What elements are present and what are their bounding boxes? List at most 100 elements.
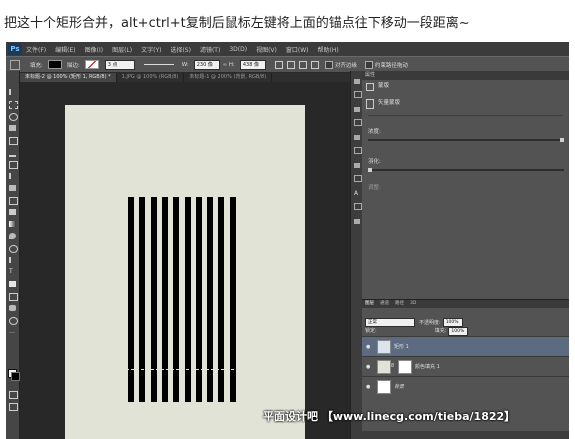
dodge-tool-icon[interactable]	[9, 245, 18, 253]
menu-3d[interactable]: 3D(D)	[229, 46, 247, 53]
menu-select[interactable]: 选择(S)	[170, 45, 191, 54]
menu-edit[interactable]: 编辑(E)	[55, 45, 75, 54]
rectangle-bar[interactable]	[218, 197, 225, 402]
rectangle-bar[interactable]	[150, 197, 157, 402]
menu-image[interactable]: 图像(I)	[85, 45, 103, 54]
rectangle-bar[interactable]	[139, 197, 146, 402]
fill-field[interactable]: 100%	[448, 327, 469, 336]
quick-mask-icon[interactable]	[9, 391, 18, 399]
density-slider-knob[interactable]	[560, 138, 564, 142]
rectangle-bar[interactable]	[173, 197, 180, 402]
path-operations-icon[interactable]	[274, 60, 283, 69]
tab-channels[interactable]: 通道	[380, 300, 389, 308]
rectangle-bars[interactable]	[65, 105, 305, 439]
layer-filter-row[interactable]	[362, 308, 569, 317]
tab-document-1[interactable]: 未标题-1 @ 200% (背景, RGB/8)	[184, 73, 273, 82]
height-field[interactable]: 438 像	[239, 59, 266, 70]
info-panel-icon[interactable]	[354, 107, 360, 112]
tab-3d[interactable]: 3D	[410, 300, 416, 308]
rectangle-bar[interactable]	[184, 197, 191, 402]
eye-icon[interactable]: ●	[366, 344, 370, 350]
marquee-tool-icon[interactable]	[9, 101, 18, 109]
document-canvas[interactable]	[65, 105, 305, 439]
screen-mode-icon[interactable]	[9, 403, 18, 411]
fill-swatch[interactable]	[47, 60, 62, 69]
feather-slider-knob[interactable]	[368, 168, 372, 172]
density-slider[interactable]	[368, 139, 564, 141]
actions-panel-icon[interactable]	[354, 91, 362, 98]
quick-select-tool-icon[interactable]	[9, 125, 16, 131]
align-edges-checkbox[interactable]	[324, 60, 333, 69]
eye-icon[interactable]: ●	[366, 364, 370, 370]
tab-layers[interactable]: 图层	[365, 300, 374, 308]
chain-link-icon: 8	[391, 363, 395, 369]
pen-tool-icon[interactable]	[9, 257, 18, 263]
brush-tool-icon[interactable]	[9, 173, 18, 179]
paragraph-panel-icon[interactable]	[354, 203, 362, 210]
stroke-type-selector[interactable]	[143, 64, 174, 65]
tab-document-jpg[interactable]: 1.JPG @ 100% (RGB/8)	[117, 73, 185, 82]
brush-panel-icon[interactable]	[354, 163, 360, 168]
anchor-points-line[interactable]	[126, 369, 239, 370]
path-arrangement-icon[interactable]	[298, 60, 307, 69]
crop-tool-icon[interactable]	[9, 137, 18, 145]
feather-slider[interactable]	[368, 169, 564, 171]
tab-document-2[interactable]: 未标题-2 @ 100% (矩形 1, RGB/8) *	[20, 73, 117, 82]
tab-paths[interactable]: 路径	[395, 300, 404, 308]
menu-window[interactable]: 窗口(W)	[286, 45, 309, 54]
eye-icon[interactable]: ●	[366, 384, 370, 390]
rectangle-tool-icon[interactable]	[9, 293, 18, 301]
clone-stamp-tool-icon[interactable]	[9, 185, 16, 191]
gradient-tool-icon[interactable]	[9, 221, 16, 227]
gear-icon[interactable]	[310, 60, 319, 69]
layer-color-fill-1[interactable]: ● 8 颜色填充 1	[362, 356, 569, 376]
history-brush-tool-icon[interactable]	[9, 197, 18, 205]
tool-presets-panel-icon[interactable]	[354, 219, 360, 224]
eyedropper-tool-icon[interactable]	[9, 149, 16, 157]
blur-tool-icon[interactable]	[9, 233, 16, 239]
link-icon[interactable]: ∞	[223, 62, 227, 68]
canvas-area[interactable]	[20, 82, 350, 439]
menu-type[interactable]: 文字(Y)	[141, 45, 161, 54]
stroke-width-field[interactable]: 3 点	[104, 59, 135, 70]
path-selection-tool-icon[interactable]	[9, 281, 16, 287]
type-tool-icon[interactable]: T	[9, 269, 16, 275]
menu-layer[interactable]: 图层(L)	[112, 45, 132, 54]
vector-mask-row[interactable]: 矢量蒙版	[362, 93, 569, 113]
menu-filter[interactable]: 滤镜(T)	[200, 45, 220, 54]
styles-panel-icon[interactable]	[354, 147, 362, 154]
rectangle-bar[interactable]	[195, 197, 202, 402]
layer-background[interactable]: ● 背景	[362, 376, 569, 396]
rectangle-bar[interactable]	[128, 197, 134, 402]
menu-help[interactable]: 帮助(H)	[318, 45, 339, 54]
eraser-tool-icon[interactable]	[9, 209, 16, 215]
hand-tool-icon[interactable]	[9, 305, 16, 311]
zoom-tool-icon[interactable]	[9, 317, 18, 325]
adjustments-panel-icon[interactable]	[354, 135, 360, 140]
clone-source-panel-icon[interactable]	[354, 175, 362, 182]
history-panel-icon[interactable]	[354, 79, 360, 84]
background-color-swatch[interactable]	[11, 372, 20, 381]
lasso-tool-icon[interactable]	[9, 113, 18, 121]
healing-brush-tool-icon[interactable]	[9, 161, 18, 169]
move-tool-icon[interactable]	[9, 89, 18, 95]
stroke-swatch[interactable]	[84, 60, 99, 69]
more-tools-icon[interactable]: …	[9, 329, 16, 335]
tool-preset-icon[interactable]	[10, 59, 20, 70]
rectangle-bar[interactable]	[161, 197, 168, 402]
menu-file[interactable]: 文件(F)	[26, 45, 46, 54]
watermark: 平面设计吧 【www.linecg.com/tieba/1822】	[263, 410, 516, 423]
mask-row[interactable]: 蒙版	[362, 80, 569, 93]
swatches-panel-icon[interactable]	[354, 119, 362, 126]
constrain-path-checkbox[interactable]	[364, 60, 373, 69]
rectangle-bar[interactable]	[229, 197, 236, 402]
width-field[interactable]: 230 像	[193, 59, 220, 70]
opacity-field[interactable]: 100%	[442, 317, 463, 327]
blend-mode-select[interactable]: 正常	[365, 317, 415, 327]
blend-row: 正常 不透明度: 100%	[362, 317, 569, 327]
menu-view[interactable]: 视图(V)	[256, 45, 277, 54]
layer-rectangle-1[interactable]: ● 矩形 1	[362, 336, 569, 356]
path-alignment-icon[interactable]	[286, 60, 295, 69]
rectangle-bar[interactable]	[207, 197, 214, 402]
character-panel-icon[interactable]: A	[354, 191, 360, 197]
